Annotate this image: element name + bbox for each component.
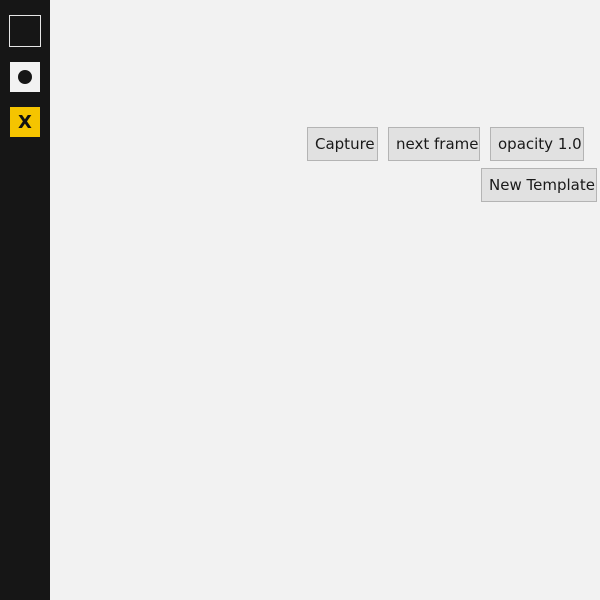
- close-icon[interactable]: X: [10, 107, 40, 137]
- opacity-button[interactable]: opacity 1.0: [490, 127, 584, 161]
- rectangle-tool-icon[interactable]: [9, 15, 41, 47]
- app-window: X Capture next frame opacity 1.0 New Tem…: [0, 0, 600, 600]
- circle-tool-button[interactable]: [10, 62, 40, 92]
- new-template-button[interactable]: New Template: [481, 168, 597, 202]
- next-frame-button[interactable]: next frame: [388, 127, 480, 161]
- circle-tool-icon: [18, 70, 32, 84]
- capture-button[interactable]: Capture: [307, 127, 378, 161]
- tool-sidebar: X: [0, 0, 50, 600]
